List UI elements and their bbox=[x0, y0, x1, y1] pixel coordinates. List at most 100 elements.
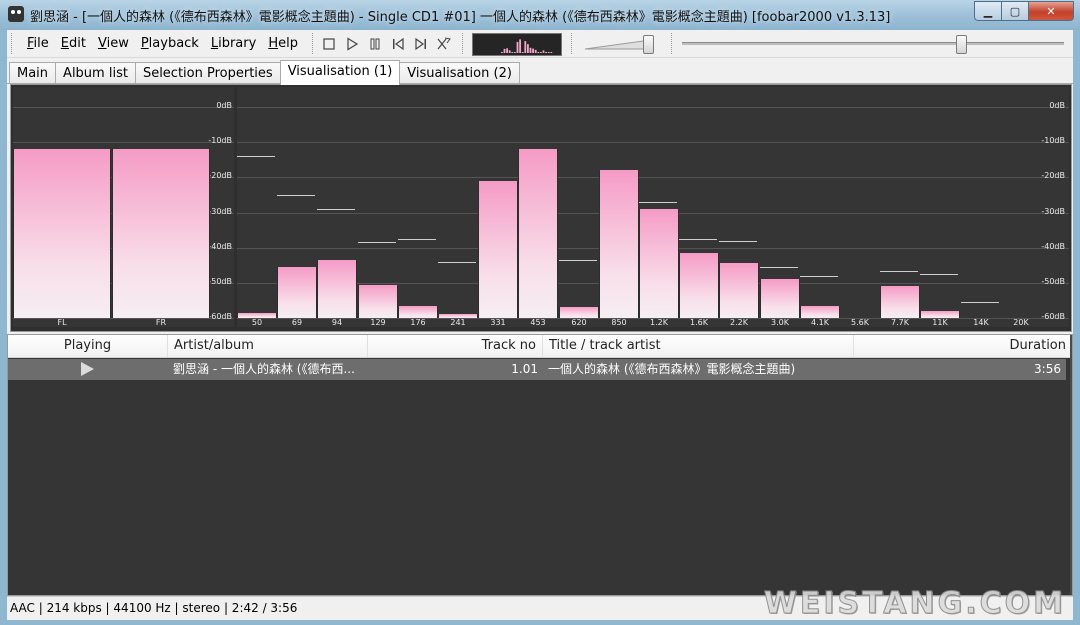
db-label: -40dB bbox=[1041, 241, 1065, 251]
minimize-button[interactable]: ▁ bbox=[974, 1, 1001, 21]
frequency-label: 620 bbox=[571, 318, 587, 327]
spectrum-peak bbox=[760, 267, 798, 268]
column-title[interactable]: Title / track artist bbox=[543, 335, 854, 357]
frequency-label: 5.6K bbox=[851, 318, 869, 327]
seekbar[interactable] bbox=[682, 42, 1064, 45]
mini-spectrum-bar bbox=[540, 52, 542, 53]
db-label: -30dB bbox=[208, 206, 232, 216]
mini-spectrum-bar bbox=[550, 52, 553, 53]
frequency-label: 50 bbox=[251, 318, 263, 327]
title-bar[interactable]: 劉思涵 - [一個人的森林 (《德布西森林》電影概念主題曲) - Single … bbox=[0, 0, 1080, 30]
db-label: -20dB bbox=[1041, 171, 1065, 181]
spectrum-peak bbox=[719, 240, 757, 242]
toolbar-grip[interactable] bbox=[312, 33, 316, 54]
mini-spectrum-bar bbox=[529, 47, 532, 53]
menu-playback[interactable]: Playback bbox=[135, 35, 205, 52]
toolbar-grip[interactable] bbox=[671, 33, 675, 54]
menu-edit[interactable]: Edit bbox=[55, 35, 92, 52]
vu-meter: 0dB -10dB -20dB -30dB -40dB -50dB -60dB FL FR bbox=[13, 87, 234, 327]
menu-view[interactable]: View bbox=[92, 35, 135, 52]
row-duration: 3:56 bbox=[1034, 362, 1061, 376]
spectrum-bar bbox=[398, 305, 438, 318]
spectrum-bar bbox=[599, 170, 639, 318]
close-icon: ✕ bbox=[1046, 4, 1056, 18]
tab-visualisation-1[interactable]: Visualisation (1) bbox=[279, 60, 401, 85]
frequency-label: 69 bbox=[291, 318, 303, 327]
menu-file[interactable]: File bbox=[21, 35, 55, 52]
db-gridline bbox=[13, 107, 234, 108]
seekbar-thumb[interactable] bbox=[956, 35, 967, 54]
toolbar-grip[interactable] bbox=[462, 33, 466, 54]
mini-spectrum-bar bbox=[506, 48, 508, 53]
playlist-scrollbar[interactable] bbox=[1070, 335, 1072, 595]
playlist-row[interactable]: 劉思涵 - 一個人的森林 (《德布西... 1.01 一個人的森林 (《德布西森… bbox=[8, 359, 1066, 380]
spectrum-bar bbox=[800, 305, 840, 318]
column-artist-album[interactable]: Artist/album bbox=[168, 335, 368, 357]
stop-button[interactable] bbox=[321, 36, 337, 52]
playlist-view: Playing Artist/album Track no Title / tr… bbox=[7, 334, 1073, 596]
main-window: File Edit View Playback Library Help Mai… bbox=[7, 30, 1073, 620]
now-playing-icon bbox=[81, 362, 94, 376]
window-controls: ▁ ▢ ✕ bbox=[974, 1, 1074, 21]
tab-visualisation-2[interactable]: Visualisation (2) bbox=[399, 62, 520, 84]
close-button[interactable]: ✕ bbox=[1028, 1, 1074, 21]
spectrum-bar bbox=[358, 284, 398, 318]
frequency-label: 2.2K bbox=[730, 318, 748, 327]
tab-main[interactable]: Main bbox=[9, 62, 57, 84]
tab-selection-properties[interactable]: Selection Properties bbox=[134, 62, 281, 84]
column-playing[interactable]: Playing bbox=[8, 335, 168, 357]
tab-album-list[interactable]: Album list bbox=[55, 62, 136, 84]
column-track-no[interactable]: Track no bbox=[368, 335, 543, 357]
db-label: -50dB bbox=[1041, 276, 1065, 286]
channel-label: FR bbox=[155, 318, 167, 327]
db-label: -10dB bbox=[208, 136, 232, 146]
mini-spectrum-graph bbox=[501, 39, 553, 53]
menu-library[interactable]: Library bbox=[205, 35, 262, 52]
spectrum-peak bbox=[639, 201, 677, 203]
maximize-button[interactable]: ▢ bbox=[1001, 1, 1028, 21]
frequency-label: 3.0K bbox=[771, 318, 789, 327]
spectrum-bar bbox=[760, 279, 800, 318]
spectrum-bar bbox=[719, 263, 759, 318]
next-button[interactable] bbox=[413, 36, 429, 52]
mini-spectrum-bar bbox=[508, 50, 511, 53]
next-icon bbox=[415, 37, 426, 51]
maximize-icon: ▢ bbox=[1009, 4, 1021, 18]
pause-button[interactable] bbox=[367, 36, 383, 52]
random-button[interactable] bbox=[436, 36, 452, 52]
pause-icon bbox=[370, 38, 380, 50]
frequency-label: 1.6K bbox=[690, 318, 708, 327]
foobar-app-icon[interactable] bbox=[8, 6, 24, 22]
spectrum-bar bbox=[880, 286, 920, 318]
toolbar-grip[interactable] bbox=[571, 33, 575, 54]
spectrum-bar bbox=[518, 149, 558, 318]
db-gridline bbox=[237, 142, 1069, 144]
spectrum-bar bbox=[559, 307, 599, 318]
visualisation-panel: 0dB -10dB -20dB -30dB -40dB -50dB -60dB FL FR 0d… bbox=[10, 84, 1072, 332]
mini-spectrum-toolbar[interactable] bbox=[472, 33, 562, 56]
spectrum-bar bbox=[639, 208, 679, 318]
frequency-label: 850 bbox=[611, 318, 627, 327]
spectrum-peak bbox=[559, 259, 597, 261]
previous-button[interactable] bbox=[390, 36, 406, 52]
stop-icon bbox=[323, 38, 335, 50]
play-icon bbox=[347, 37, 359, 51]
db-gridline bbox=[13, 142, 234, 144]
row-artist-album: 劉思涵 - 一個人的森林 (《德布西... bbox=[173, 362, 355, 376]
frequency-label: 331 bbox=[490, 318, 506, 327]
volume-slider-thumb[interactable] bbox=[643, 35, 654, 54]
play-button[interactable] bbox=[344, 36, 360, 52]
volume-slider[interactable] bbox=[584, 35, 660, 54]
menu-help[interactable]: Help bbox=[262, 35, 304, 52]
spectrum-peak bbox=[920, 274, 958, 276]
column-duration[interactable]: Duration bbox=[854, 335, 1072, 357]
frequency-label: 14K bbox=[973, 318, 989, 327]
mini-spectrum-bar bbox=[519, 39, 521, 53]
menu-bar: File Edit View Playback Library Help bbox=[21, 35, 304, 52]
mini-spectrum-bar bbox=[501, 52, 503, 53]
toolbar-grip[interactable] bbox=[11, 33, 15, 54]
random-icon bbox=[437, 37, 451, 50]
mini-spectrum-bar bbox=[534, 49, 537, 53]
spectrum-peak bbox=[679, 238, 717, 240]
mini-spectrum-bar bbox=[527, 44, 529, 53]
